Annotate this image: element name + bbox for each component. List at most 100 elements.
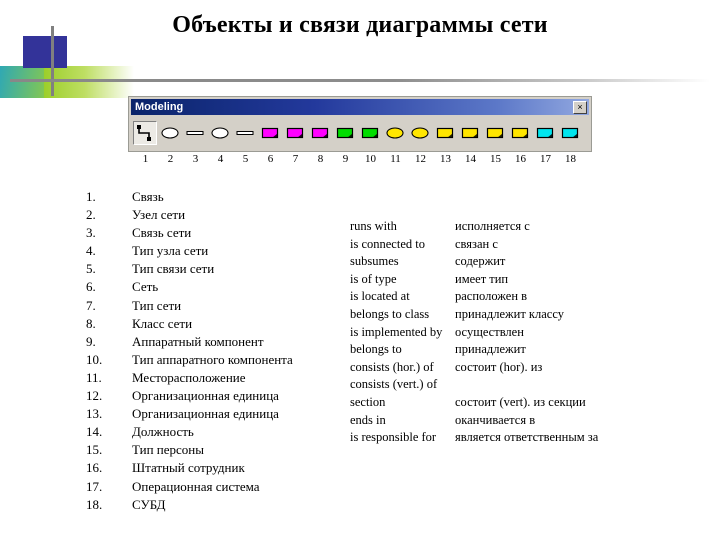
icon-number-label: 18 — [565, 153, 576, 165]
icon-number-label: 15 — [490, 153, 501, 165]
page-title: Объекты и связи диаграммы сети — [172, 12, 548, 38]
ellipse-yellow-2-icon[interactable] — [408, 121, 432, 145]
object-list-number: 18. — [86, 496, 103, 512]
glossary-term-english: subsumes — [350, 254, 399, 269]
rect-yellow-icon[interactable] — [433, 121, 457, 145]
glossary-term-english: is located at — [350, 289, 410, 304]
object-list-label: Связь — [132, 189, 164, 204]
icon-number-label: 17 — [540, 153, 551, 165]
modeling-toolbar-window: Modeling × — [128, 96, 592, 152]
glossary-row: is implemented by осуществлен — [350, 325, 640, 343]
glossary-row: consists (hor.) of состоит (hor). из — [350, 360, 640, 378]
icon-number-label: 8 — [317, 153, 324, 165]
object-list-number: 17. — [86, 478, 103, 494]
rect-magenta-icon[interactable] — [258, 121, 282, 145]
glossary-term-russian: исполняется с — [455, 219, 530, 233]
object-list-label: Тип узла сети — [132, 243, 209, 259]
object-list-number: 1. — [86, 189, 96, 204]
rect-cyan-icon[interactable] — [533, 121, 557, 145]
connector-polyline-icon[interactable] — [133, 121, 157, 145]
glossary-term-english: is responsible for — [350, 430, 437, 445]
ellipse-white-2-icon[interactable] — [208, 121, 232, 145]
line-white-2-icon[interactable] — [233, 121, 257, 145]
object-list-number: 9. — [86, 333, 96, 349]
rect-magenta-3-icon[interactable] — [308, 121, 332, 145]
ellipse-white-icon[interactable] — [158, 121, 182, 145]
glossary-term-russian: принадлежит классу — [455, 306, 564, 321]
object-list-item: 11. Месторасположение — [86, 370, 336, 388]
object-list-label: Организационная единица — [132, 406, 279, 422]
rect-green-2-icon[interactable] — [358, 121, 382, 145]
toolbar-titlebar[interactable]: Modeling × — [131, 99, 589, 115]
object-list-item: 16. Штатный сотрудник — [86, 460, 336, 478]
icon-number-label: 5 — [242, 153, 249, 165]
icon-number-label: 2 — [167, 153, 174, 165]
object-list-number: 15. — [86, 442, 103, 458]
object-list-number: 11. — [86, 369, 102, 385]
glossary-term-english: ends in — [350, 412, 386, 427]
rect-yellow-2-icon[interactable] — [458, 121, 482, 145]
object-list-item: 5. Тип связи сети — [86, 261, 336, 279]
ellipse-yellow-icon[interactable] — [383, 121, 407, 145]
object-list-item: 2. Узел сети — [86, 207, 336, 225]
glossary-term-english: section — [350, 394, 386, 409]
object-list-item: 10. Тип аппаратного компонента — [86, 352, 336, 370]
object-list-number: 2. — [86, 207, 96, 223]
icon-number-strip: 1 2 3 4 5 6 7 8 9 10 11 12 13 14 15 16 17 18 — [131, 153, 593, 165]
close-icon[interactable]: × — [573, 100, 587, 114]
object-list-label: Должность — [132, 424, 194, 440]
glossary-row: belongs to принадлежит — [350, 342, 640, 360]
glossary-row: belongs to class принадлежит классу — [350, 307, 640, 325]
object-list-item: 18. СУБД — [86, 497, 336, 515]
glossary-row: is of type имеет тип — [350, 272, 640, 290]
glossary-term-russian: содержит — [455, 254, 506, 269]
icon-number-label: 4 — [217, 153, 224, 165]
object-list-label: Тип аппаратного компонента — [132, 351, 293, 367]
glossary-term-english: runs with — [350, 219, 397, 233]
object-list-item: 9. Аппаратный компонент — [86, 334, 336, 352]
icon-number-label: 11 — [390, 153, 401, 165]
object-list-item: 4. Тип узла сети — [86, 243, 336, 261]
object-list-label: Узел сети — [132, 207, 186, 223]
glossary-term-russian: состоит (vert). из секции — [455, 394, 586, 409]
icon-number-label: 6 — [267, 153, 274, 165]
object-list-label: Тип персоны — [132, 442, 204, 458]
glossary-row: is connected to связан с — [350, 237, 640, 255]
glossary-row: consists (vert.) of — [350, 377, 640, 395]
object-list: 1. Связь 2. Узел сети 3. Связь сети 4. Тип узла… — [86, 189, 336, 515]
object-list-number: 4. — [86, 243, 96, 259]
icon-number-label: 1 — [142, 153, 149, 165]
object-list-item: 13. Организационная единица — [86, 406, 336, 424]
object-list-label: Тип сети — [132, 297, 182, 313]
horizontal-divider — [10, 79, 710, 82]
object-list-label: Организационная единица — [132, 388, 279, 404]
object-list-item: 7. Тип сети — [86, 298, 336, 316]
icon-number-label: 12 — [415, 153, 426, 165]
glossary-row: section состоит (vert). из секции — [350, 395, 640, 413]
rect-cyan-2-icon[interactable] — [558, 121, 582, 145]
object-list-number: 12. — [86, 388, 103, 404]
line-white-icon[interactable] — [183, 121, 207, 145]
rect-magenta-2-icon[interactable] — [283, 121, 307, 145]
object-list-number: 5. — [86, 261, 96, 277]
object-list-item: 6. Сеть — [86, 279, 336, 297]
glossary-term-russian: оканчивается в — [455, 412, 536, 427]
glossary-row: is located at расположен в — [350, 289, 640, 307]
object-list-label: Месторасположение — [132, 369, 246, 385]
object-list-label: Класс сети — [132, 315, 193, 331]
rect-yellow-4-icon[interactable] — [508, 121, 532, 145]
object-list-item: 8. Класс сети — [86, 316, 336, 334]
object-list-number: 10. — [86, 351, 103, 367]
glossary-term-english: belongs to — [350, 342, 402, 357]
glossary-term-russian: является ответственным за — [455, 430, 599, 445]
blue-square-shape — [23, 36, 67, 68]
rect-yellow-3-icon[interactable] — [483, 121, 507, 145]
glossary-row: ends in оканчивается в — [350, 413, 640, 431]
rect-green-icon[interactable] — [333, 121, 357, 145]
green-gradient-bar — [44, 66, 134, 98]
glossary-term-russian: состоит (hor). из — [455, 359, 543, 374]
glossary-term-english: is of type — [350, 271, 397, 286]
icon-number-label: 7 — [292, 153, 299, 165]
toolbar-button-strip — [131, 118, 589, 148]
glossary-term-russian: принадлежит — [455, 342, 526, 357]
